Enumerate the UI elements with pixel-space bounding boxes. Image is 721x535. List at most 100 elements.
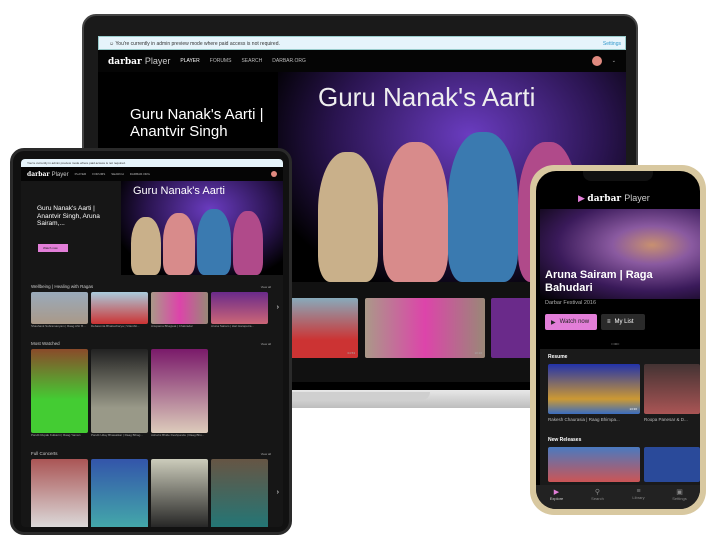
hero-banner-title: Guru Nanak's Aarti — [318, 82, 536, 112]
hero-title: Guru Nanak's Aarti | Anantvir Singh — [130, 106, 264, 140]
phone-screen: ▶ darbar Player Aruna Sairam | Raga Bahu… — [536, 171, 700, 509]
play-icon: ▶ — [553, 489, 560, 496]
video-title: Pandit Rupak Kulkarni | Raag Yaman — [31, 433, 81, 437]
hero-image — [233, 211, 263, 275]
video-title: Roopa Panesar & D... — [644, 417, 688, 422]
duration-badge: 13:36 — [629, 407, 637, 411]
watch-now-label: Watch now — [559, 319, 590, 325]
section-title: Most Watched — [31, 341, 60, 346]
video-thumbnail[interactable] — [151, 459, 208, 527]
video-title: Debasmita Bhattacharya | Vilambit... — [91, 324, 140, 328]
carousel-dots[interactable]: •••••• — [611, 341, 619, 346]
video-thumbnail — [211, 292, 268, 324]
list-add-icon: ≡ — [607, 319, 611, 325]
section-title: Resume — [548, 354, 568, 360]
content-area: Resume 13:36 Rakesh Chaurasia | Raag Bhi… — [540, 349, 700, 499]
nav-darbar-org[interactable]: DARBAR.ORG — [130, 172, 150, 176]
video-title: Shashank Subramanyam | Raag Ahir B... — [31, 324, 86, 328]
video-thumbnail[interactable]: 10:10 — [365, 298, 485, 358]
duration-badge: 04:53 — [347, 351, 355, 355]
admin-preview-banner: You're currently in admin preview mode w… — [21, 159, 283, 167]
nav-search[interactable]: SEARCH — [111, 172, 124, 176]
video-card[interactable]: Anupama Bhagwat | Chakradar — [151, 292, 208, 332]
video-card[interactable]: 13:36 Rakesh Chaurasia | Raag Bhimpa... — [548, 364, 640, 422]
video-card[interactable]: Pandit Rupak Kulkarni | Raag Yaman — [31, 349, 88, 439]
video-title: Aruna Sairam | Hari Haraputra... — [211, 324, 254, 328]
settings-icon: ▣ — [676, 489, 683, 496]
video-card[interactable]: Debasmita Bhattacharya | Vilambit... — [91, 292, 148, 332]
hero-image — [197, 209, 231, 275]
nav-search[interactable]: SEARCH — [241, 58, 262, 64]
video-thumbnail — [91, 292, 148, 324]
nav-player[interactable]: PLAYER — [75, 172, 87, 176]
admin-notice-text: You're currently in admin preview mode w… — [27, 161, 126, 165]
admin-notice-text: You're currently in admin preview mode w… — [115, 41, 280, 47]
video-thumbnail — [31, 292, 88, 324]
view-all-link[interactable]: View all — [261, 285, 271, 289]
video-card[interactable]: Pandit Uday Bhawalkar | Raag Bihag... — [91, 349, 148, 439]
my-list-button[interactable]: ≡ My List — [601, 314, 645, 330]
phone-notch — [583, 171, 653, 181]
view-all-link[interactable]: View all — [261, 452, 271, 456]
play-logo-icon: ▶ — [578, 193, 588, 203]
hero-image — [163, 213, 195, 275]
avatar[interactable] — [271, 171, 277, 177]
chevron-down-icon[interactable]: ⌄ — [612, 58, 616, 64]
play-icon: ▶ — [551, 319, 556, 326]
nav-forums[interactable]: FORUMS — [92, 172, 105, 176]
video-thumbnail[interactable] — [548, 447, 640, 482]
laptop-notch — [270, 392, 430, 400]
video-card[interactable]: Aruna Sairam | Hari Haraputra... — [211, 292, 268, 332]
tab-explore[interactable]: ▶ Explore — [536, 488, 577, 509]
hero-banner[interactable]: Guru Nanak's Aarti — [121, 181, 283, 275]
my-list-label: My List — [614, 319, 634, 325]
section-title: Wellbeing | Healing with Ragas — [31, 284, 94, 289]
hero-image — [383, 142, 448, 282]
tab-library[interactable]: ≡ Library — [618, 488, 659, 509]
view-all-link[interactable]: View all — [261, 342, 271, 346]
section-title: Full Concerts — [31, 451, 58, 456]
video-thumbnail[interactable]: 04:53 — [288, 298, 358, 358]
video-title: Rakesh Chaurasia | Raag Bhimpa... — [548, 417, 620, 422]
carousel: Shashank Subramanyam | Raag Ahir B... De… — [31, 292, 276, 332]
video-title: Pandit Uday Bhawalkar | Raag Bihag... — [91, 433, 143, 437]
chevron-right-icon[interactable]: › — [277, 304, 279, 311]
duration-badge: 10:10 — [474, 351, 482, 355]
tab-settings[interactable]: ▣ Settings — [659, 488, 700, 509]
hero-image — [131, 217, 161, 275]
nav-forums[interactable]: FORUMS — [210, 58, 232, 64]
video-thumbnail — [151, 349, 208, 433]
video-thumbnail[interactable] — [91, 459, 148, 527]
tab-search[interactable]: ⚲ Search — [577, 488, 618, 509]
tablet-device: You're currently in admin preview mode w… — [10, 148, 292, 535]
nav-player[interactable]: PLAYER — [180, 58, 199, 64]
bottom-tab-bar: ▶ Explore ⚲ Search ≡ Library ▣ Settings — [536, 485, 700, 509]
video-thumbnail[interactable] — [644, 447, 700, 482]
admin-preview-banner: ☺ You're currently in admin preview mode… — [98, 36, 626, 50]
darbar-logo[interactable]: darbar Player — [27, 171, 69, 178]
video-card[interactable]: Shashank Subramanyam | Raag Ahir B... — [31, 292, 88, 332]
hero-title: Guru Nanak's Aarti | Anantvir Singh, Aru… — [37, 205, 100, 227]
hero-image — [448, 132, 518, 282]
hero-title: Aruna Sairam | Raga Bahudari — [545, 269, 653, 294]
watch-now-button[interactable]: ▶ Watch now — [545, 314, 597, 330]
nav-darbar-org[interactable]: DARBAR.ORG — [272, 58, 306, 64]
watch-now-button[interactable]: Watch now — [38, 244, 68, 252]
chevron-right-icon[interactable]: › — [277, 489, 279, 496]
video-thumbnail — [91, 349, 148, 433]
video-thumbnail[interactable] — [31, 459, 88, 527]
video-card[interactable]: Roopa Panesar & D... — [644, 364, 700, 422]
hero-image — [318, 152, 378, 282]
video-thumbnail[interactable] — [211, 459, 268, 527]
watch-now-label: Watch now — [43, 246, 58, 250]
carousel: Pandit Rupak Kulkarni | Raag Yaman Pandi… — [31, 349, 221, 439]
settings-link[interactable]: Settings — [603, 41, 621, 47]
video-card[interactable]: Ashwini Bhide Deshpande | Raag Bhu... — [151, 349, 208, 439]
library-icon: ≡ — [636, 488, 641, 495]
avatar[interactable] — [591, 56, 602, 66]
video-title: Anupama Bhagwat | Chakradar — [151, 324, 193, 328]
video-thumbnail — [151, 292, 208, 324]
phone-device: ▶ darbar Player Aruna Sairam | Raga Bahu… — [530, 165, 706, 515]
darbar-logo[interactable]: darbar Player — [108, 56, 170, 67]
hero-subtitle: Darbar Festival 2016 — [545, 300, 597, 306]
